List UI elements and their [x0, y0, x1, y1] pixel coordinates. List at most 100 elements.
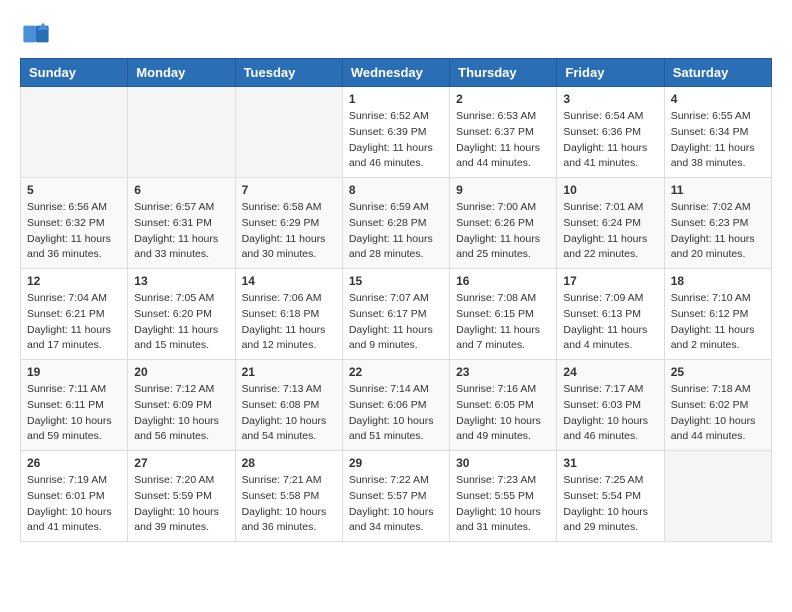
day-info: Sunrise: 7:20 AM Sunset: 5:59 PM Dayligh… — [134, 473, 228, 536]
day-info: Sunrise: 7:12 AM Sunset: 6:09 PM Dayligh… — [134, 382, 228, 445]
day-info: Sunrise: 7:08 AM Sunset: 6:15 PM Dayligh… — [456, 291, 550, 354]
calendar-cell: 5 Sunrise: 6:56 AM Sunset: 6:32 PM Daylig… — [21, 178, 128, 269]
header-friday: Friday — [557, 59, 664, 87]
day-number: 4 — [671, 92, 765, 106]
calendar-cell — [664, 451, 771, 542]
calendar-cell: 15Sunrise: 7:07 AM Sunset: 6:17 PM Dayli… — [342, 269, 449, 360]
calendar-cell: 2Sunrise: 6:53 AM Sunset: 6:37 PM Daylig… — [450, 87, 557, 178]
header-thursday: Thursday — [450, 59, 557, 87]
day-number: 6 — [134, 183, 228, 197]
calendar-cell: 7 Sunrise: 6:58 AM Sunset: 6:29 PM Daylig… — [235, 178, 342, 269]
calendar-cell: 26 Sunrise: 7:19 AM Sunset: 6:01 PM Dayli… — [21, 451, 128, 542]
day-number: 18 — [671, 274, 765, 288]
calendar-cell: 19 Sunrise: 7:11 AM Sunset: 6:11 PM Dayli… — [21, 360, 128, 451]
calendar-cell: 18 Sunrise: 7:10 AM Sunset: 6:12 PM Dayli… — [664, 269, 771, 360]
day-number: 30 — [456, 456, 550, 470]
calendar-cell: 9Sunrise: 7:00 AM Sunset: 6:26 PM Daylig… — [450, 178, 557, 269]
calendar-cell: 30 Sunrise: 7:23 AM Sunset: 5:55 PM Dayli… — [450, 451, 557, 542]
page-header — [20, 20, 772, 48]
logo-icon — [22, 20, 50, 48]
calendar-cell: 25 Sunrise: 7:18 AM Sunset: 6:02 PM Dayli… — [664, 360, 771, 451]
calendar-cell: 22Sunrise: 7:14 AM Sunset: 6:06 PM Dayli… — [342, 360, 449, 451]
calendar-cell: 16 Sunrise: 7:08 AM Sunset: 6:15 PM Dayli… — [450, 269, 557, 360]
day-info: Sunrise: 6:57 AM Sunset: 6:31 PM Dayligh… — [134, 200, 228, 263]
day-info: Sunrise: 6:55 AM Sunset: 6:34 PM Dayligh… — [671, 109, 765, 172]
day-number: 17 — [563, 274, 657, 288]
header-wednesday: Wednesday — [342, 59, 449, 87]
day-number: 8 — [349, 183, 443, 197]
calendar-cell: 1Sunrise: 6:52 AM Sunset: 6:39 PM Daylig… — [342, 87, 449, 178]
day-info: Sunrise: 6:59 AM Sunset: 6:28 PM Dayligh… — [349, 200, 443, 263]
calendar-cell: 17 Sunrise: 7:09 AM Sunset: 6:13 PM Dayli… — [557, 269, 664, 360]
calendar-cell — [21, 87, 128, 178]
day-info: Sunrise: 7:04 AM Sunset: 6:21 PM Dayligh… — [27, 291, 121, 354]
calendar-week-row: 19 Sunrise: 7:11 AM Sunset: 6:11 PM Dayli… — [21, 360, 772, 451]
calendar-cell: 12 Sunrise: 7:04 AM Sunset: 6:21 PM Dayli… — [21, 269, 128, 360]
day-number: 20 — [134, 365, 228, 379]
header-monday: Monday — [128, 59, 235, 87]
day-info: Sunrise: 7:16 AM Sunset: 6:05 PM Dayligh… — [456, 382, 550, 445]
day-info: Sunrise: 7:06 AM Sunset: 6:18 PM Dayligh… — [242, 291, 336, 354]
day-info: Sunrise: 7:07 AM Sunset: 6:17 PM Dayligh… — [349, 291, 443, 354]
day-number: 25 — [671, 365, 765, 379]
calendar-cell: 13 Sunrise: 7:05 AM Sunset: 6:20 PM Dayli… — [128, 269, 235, 360]
calendar-cell: 10 Sunrise: 7:01 AM Sunset: 6:24 PM Dayli… — [557, 178, 664, 269]
day-info: Sunrise: 7:00 AM Sunset: 6:26 PM Dayligh… — [456, 200, 550, 263]
calendar-cell: 3Sunrise: 6:54 AM Sunset: 6:36 PM Daylig… — [557, 87, 664, 178]
calendar-cell: 29 Sunrise: 7:22 AM Sunset: 5:57 PM Dayli… — [342, 451, 449, 542]
day-info: Sunrise: 7:10 AM Sunset: 6:12 PM Dayligh… — [671, 291, 765, 354]
day-info: Sunrise: 7:11 AM Sunset: 6:11 PM Dayligh… — [27, 382, 121, 445]
day-info: Sunrise: 7:09 AM Sunset: 6:13 PM Dayligh… — [563, 291, 657, 354]
day-info: Sunrise: 7:23 AM Sunset: 5:55 PM Dayligh… — [456, 473, 550, 536]
day-info: Sunrise: 6:58 AM Sunset: 6:29 PM Dayligh… — [242, 200, 336, 263]
calendar-cell: 11 Sunrise: 7:02 AM Sunset: 6:23 PM Dayli… — [664, 178, 771, 269]
day-number: 7 — [242, 183, 336, 197]
calendar-cell: 27 Sunrise: 7:20 AM Sunset: 5:59 PM Dayli… — [128, 451, 235, 542]
day-number: 13 — [134, 274, 228, 288]
day-info: Sunrise: 7:18 AM Sunset: 6:02 PM Dayligh… — [671, 382, 765, 445]
day-number: 19 — [27, 365, 121, 379]
day-number: 16 — [456, 274, 550, 288]
calendar-week-row: 12 Sunrise: 7:04 AM Sunset: 6:21 PM Dayli… — [21, 269, 772, 360]
calendar-cell: 4 Sunrise: 6:55 AM Sunset: 6:34 PM Daylig… — [664, 87, 771, 178]
day-info: Sunrise: 6:56 AM Sunset: 6:32 PM Dayligh… — [27, 200, 121, 263]
day-number: 12 — [27, 274, 121, 288]
day-number: 27 — [134, 456, 228, 470]
calendar-cell: 31 Sunrise: 7:25 AM Sunset: 5:54 PM Dayli… — [557, 451, 664, 542]
day-info: Sunrise: 7:25 AM Sunset: 5:54 PM Dayligh… — [563, 473, 657, 536]
day-number: 11 — [671, 183, 765, 197]
day-number: 26 — [27, 456, 121, 470]
day-info: Sunrise: 7:13 AM Sunset: 6:08 PM Dayligh… — [242, 382, 336, 445]
day-info: Sunrise: 7:01 AM Sunset: 6:24 PM Dayligh… — [563, 200, 657, 263]
calendar-header-row: SundayMondayTuesdayWednesdayThursdayFrid… — [21, 59, 772, 87]
day-number: 24 — [563, 365, 657, 379]
day-info: Sunrise: 7:02 AM Sunset: 6:23 PM Dayligh… — [671, 200, 765, 263]
calendar-cell: 21Sunrise: 7:13 AM Sunset: 6:08 PM Dayli… — [235, 360, 342, 451]
day-number: 14 — [242, 274, 336, 288]
header-saturday: Saturday — [664, 59, 771, 87]
day-number: 28 — [242, 456, 336, 470]
calendar-cell: 14 Sunrise: 7:06 AM Sunset: 6:18 PM Dayli… — [235, 269, 342, 360]
day-number: 29 — [349, 456, 443, 470]
calendar-cell — [128, 87, 235, 178]
logo — [20, 20, 54, 48]
day-info: Sunrise: 7:19 AM Sunset: 6:01 PM Dayligh… — [27, 473, 121, 536]
calendar-table: SundayMondayTuesdayWednesdayThursdayFrid… — [20, 58, 772, 542]
calendar-cell: 20 Sunrise: 7:12 AM Sunset: 6:09 PM Dayli… — [128, 360, 235, 451]
day-info: Sunrise: 7:21 AM Sunset: 5:58 PM Dayligh… — [242, 473, 336, 536]
day-number: 23 — [456, 365, 550, 379]
calendar-cell: 23 Sunrise: 7:16 AM Sunset: 6:05 PM Dayli… — [450, 360, 557, 451]
calendar-cell: 24Sunrise: 7:17 AM Sunset: 6:03 PM Dayli… — [557, 360, 664, 451]
day-number: 10 — [563, 183, 657, 197]
day-info: Sunrise: 7:05 AM Sunset: 6:20 PM Dayligh… — [134, 291, 228, 354]
calendar-week-row: 1Sunrise: 6:52 AM Sunset: 6:39 PM Daylig… — [21, 87, 772, 178]
calendar-week-row: 26 Sunrise: 7:19 AM Sunset: 6:01 PM Dayli… — [21, 451, 772, 542]
day-info: Sunrise: 6:52 AM Sunset: 6:39 PM Dayligh… — [349, 109, 443, 172]
day-number: 22 — [349, 365, 443, 379]
day-info: Sunrise: 7:22 AM Sunset: 5:57 PM Dayligh… — [349, 473, 443, 536]
calendar-cell: 8 Sunrise: 6:59 AM Sunset: 6:28 PM Daylig… — [342, 178, 449, 269]
day-number: 31 — [563, 456, 657, 470]
day-number: 5 — [27, 183, 121, 197]
calendar-week-row: 5 Sunrise: 6:56 AM Sunset: 6:32 PM Daylig… — [21, 178, 772, 269]
day-number: 3 — [563, 92, 657, 106]
